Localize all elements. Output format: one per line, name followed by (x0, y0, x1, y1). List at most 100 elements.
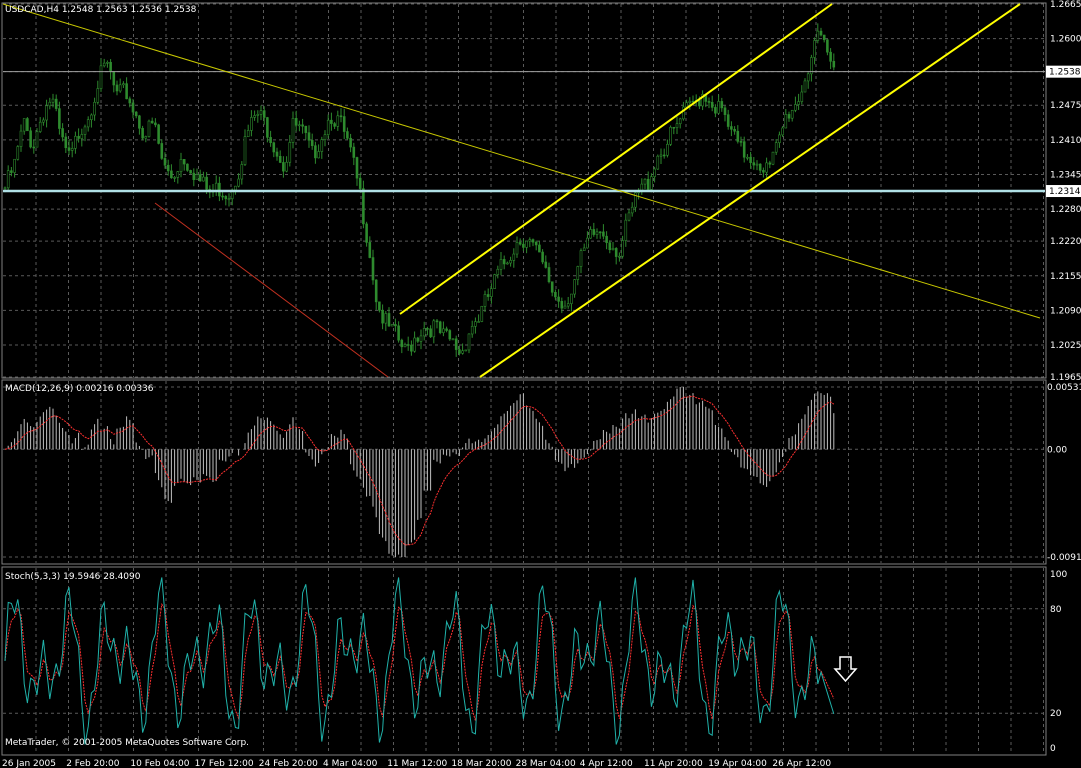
candle-body (611, 248, 615, 251)
stoch-series (4, 577, 835, 745)
candle-body (10, 170, 13, 173)
stoch-main-line (4, 577, 835, 745)
candle-body (307, 132, 311, 141)
candle-body (317, 151, 320, 159)
candle-body (733, 129, 736, 132)
candle-body (250, 117, 253, 131)
candle-body (224, 196, 228, 200)
time-tick-label: 28 Mar 04:00 (516, 759, 576, 768)
candle-body (534, 241, 538, 246)
candle-body (720, 101, 724, 109)
candle-body (669, 126, 672, 145)
macd-series (4, 387, 835, 557)
candle-body (598, 231, 602, 234)
candle-body (16, 146, 20, 160)
macd-title: MACD(12,26,9) 0.00216 0.00336 (5, 384, 154, 394)
candle-body (621, 240, 624, 257)
candle-body (342, 116, 346, 132)
chart-canvas: 1.2665 1.2600 1.2538 1.2475 1.2410 1.2345 1.23… (1, 0, 1081, 768)
candle-body (138, 115, 141, 129)
candle-body (336, 115, 340, 127)
candle-body (435, 320, 439, 323)
candle-body (730, 126, 733, 130)
candle-body (438, 321, 442, 333)
candle-body (272, 142, 276, 153)
candle-body (586, 237, 589, 249)
candle-body (682, 106, 685, 120)
candle-body (394, 324, 397, 327)
candle-body (125, 83, 128, 100)
price-tick-label: 1.2025 (1050, 341, 1081, 351)
candle-body (237, 178, 240, 187)
time-tick-label: 2 Feb 20:00 (66, 759, 120, 768)
candle-body (602, 231, 605, 237)
candle-body (688, 100, 692, 103)
candle-body (496, 268, 500, 275)
macd-tick-label: 0.00531 (1047, 383, 1081, 393)
candle-body (192, 172, 196, 180)
candle-body (806, 73, 810, 82)
candle-body (746, 156, 749, 159)
candle-body (29, 130, 32, 148)
candle-body (768, 162, 772, 165)
candle-body (624, 219, 628, 241)
candle-body (477, 321, 480, 323)
candle-body (141, 127, 144, 139)
candle-body (742, 141, 746, 158)
candle-body (115, 84, 119, 92)
candle-body (515, 242, 519, 255)
price-tick-label: 1.2345 (1050, 171, 1081, 181)
candle-body (288, 142, 292, 163)
candle-body (304, 125, 308, 133)
candle-body (19, 130, 23, 147)
candle-body (630, 206, 634, 214)
candle-body (726, 114, 730, 127)
candle-body (301, 124, 304, 127)
candle-body (51, 98, 55, 103)
candle-body (480, 306, 484, 322)
candle-body (259, 110, 263, 115)
stoch-tick-label: 80 (1050, 605, 1062, 615)
price-tick-label: 1.2665 (1050, 0, 1081, 10)
candle-body (618, 255, 621, 258)
candle-body (826, 39, 829, 53)
candle-body (362, 188, 365, 225)
time-tick-label: 11 Apr 20:00 (644, 759, 703, 768)
candle-body (470, 326, 474, 335)
candle-body (560, 301, 564, 309)
candle-body (58, 108, 61, 129)
candle-body (35, 131, 39, 148)
candle-body (13, 158, 16, 173)
candle-body (170, 170, 173, 179)
candle-body (432, 320, 436, 338)
candle-body (291, 118, 295, 143)
trend-line (399, 3, 833, 315)
candle-body (397, 325, 400, 341)
time-tick-label: 24 Feb 20:00 (259, 759, 318, 768)
candle-body (80, 134, 84, 139)
candle-body (253, 115, 256, 118)
candle-body (160, 143, 164, 159)
candle-body (794, 104, 797, 111)
candle-body (355, 157, 359, 179)
candle-body (371, 257, 375, 281)
stoch-signal-line (4, 602, 835, 721)
candle-body (189, 170, 192, 174)
time-tick-label: 4 Mar 04:00 (323, 759, 378, 768)
candle-body (426, 328, 429, 330)
candle-body (474, 321, 477, 327)
candle-body (800, 91, 804, 102)
grid-lines (3, 3, 1045, 754)
candle-body (464, 349, 468, 352)
candle-body (493, 274, 496, 289)
candle-body (243, 136, 247, 165)
candle-body (22, 118, 26, 132)
candle-body (566, 303, 570, 307)
candle-body (509, 260, 512, 264)
candle-body (330, 119, 333, 124)
candle-body (483, 294, 487, 307)
price-tick-label: 1.2410 (1050, 136, 1081, 146)
candle-body (218, 182, 221, 197)
price-tick-label: 1.2220 (1050, 237, 1081, 247)
candle-body (656, 155, 660, 170)
